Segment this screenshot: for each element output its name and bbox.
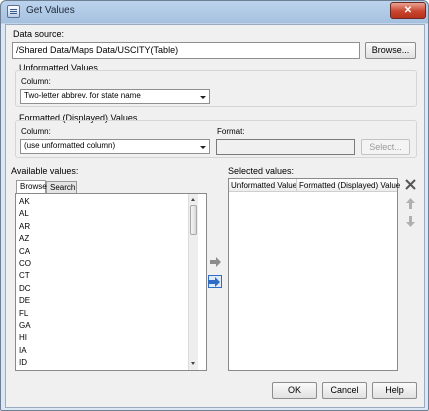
list-item[interactable]: ID [19,358,27,367]
list-item[interactable]: AR [19,222,30,231]
data-source-label: Data source: [13,29,65,39]
column-divider [296,179,297,192]
tab-browse[interactable]: Browse [16,180,47,193]
format-label: Format: [217,127,245,136]
formatted-column-combo[interactable]: (use unformatted column) [20,139,210,154]
selected-values-table[interactable]: Unformatted Value Formatted (Displayed) … [228,178,400,371]
list-item[interactable]: CO [19,259,31,268]
move-down-button[interactable] [403,215,417,228]
available-values-list[interactable]: AK AL AR AZ CA CO CT DC DE FL GA HI IA ID [15,193,207,371]
selected-values-label: Selected values: [228,166,295,176]
dialog-body: Data source: /Shared Data/Maps Data/USCI… [5,24,425,408]
scroll-up-icon[interactable] [189,195,198,204]
close-button[interactable]: ✕ [390,2,426,19]
list-item[interactable]: HI [19,333,27,342]
list-item[interactable]: AL [19,209,29,218]
dialog-window: Get Values ✕ Data source: /Shared Data/M… [0,0,429,411]
move-up-button[interactable] [403,197,417,210]
tab-search[interactable]: Search [46,181,77,193]
add-selected-button[interactable] [209,255,223,268]
title-bar[interactable]: Get Values ✕ [1,1,428,23]
move-down-icon [405,216,415,227]
available-values-label: Available values: [11,166,79,176]
column-header-formatted[interactable]: Formatted (Displayed) Value [299,181,400,190]
browse-button[interactable]: Browse... [365,42,416,59]
chevron-down-icon [197,91,208,102]
scroll-down-icon[interactable] [189,359,198,368]
add-arrow-icon [210,256,221,267]
list-item[interactable]: FL [19,309,28,318]
cancel-button[interactable]: Cancel [322,382,367,399]
formatted-column-value: (use unformatted column) [24,141,116,150]
format-field[interactable] [216,139,355,155]
select-format-button[interactable]: Select... [361,139,410,155]
window-title: Get Values [26,5,75,16]
unformatted-column-combo[interactable]: Two-letter abbrev. for state name [20,89,210,104]
add-all-icon [209,276,220,287]
selected-table-header: Unformatted Value Formatted (Displayed) … [229,179,400,192]
data-source-field[interactable]: /Shared Data/Maps Data/USCITY(Table) [12,42,360,59]
chevron-down-icon [197,141,208,152]
app-icon [7,5,20,18]
list-item[interactable]: CA [19,247,30,256]
list-item[interactable]: GA [19,321,31,330]
help-button[interactable]: Help [372,382,417,399]
list-item[interactable]: AK [19,197,30,206]
list-item[interactable]: DC [19,284,31,293]
remove-button[interactable] [403,178,417,191]
move-up-icon [405,198,415,209]
remove-x-icon [404,179,416,190]
ok-button[interactable]: OK [272,382,317,399]
list-item[interactable]: DE [19,296,30,305]
list-item[interactable]: AZ [19,234,29,243]
unformatted-column-label: Column: [21,77,51,86]
list-item[interactable]: CT [19,271,30,280]
list-item[interactable]: IA [19,346,27,355]
scroll-thumb[interactable] [190,205,197,235]
unformatted-column-value: Two-letter abbrev. for state name [24,91,141,100]
column-header-unformatted[interactable]: Unformatted Value [231,181,297,190]
add-all-button[interactable] [208,275,222,288]
available-scrollbar[interactable] [188,194,198,370]
formatted-column-label: Column: [21,127,51,136]
